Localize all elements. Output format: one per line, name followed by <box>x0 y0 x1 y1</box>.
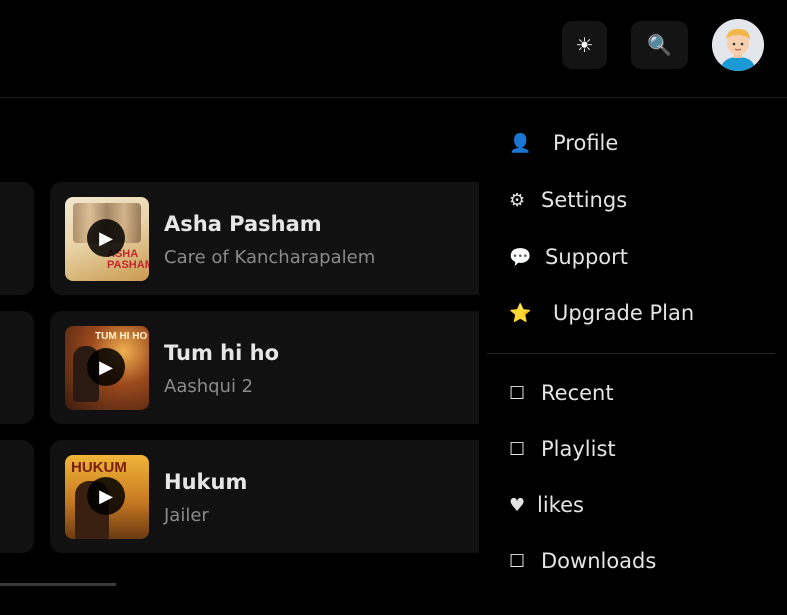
menu-item-upgrade-plan[interactable]: ⭐ Upgrade Plan <box>509 301 694 325</box>
horizontal-scrollbar[interactable] <box>0 583 116 586</box>
menu-item-profile[interactable]: 👤 Profile <box>509 131 618 155</box>
play-button[interactable]: ▶ <box>87 219 125 257</box>
menu-item-label: Settings <box>541 188 628 212</box>
partial-card[interactable] <box>0 182 34 295</box>
search-button[interactable]: 🔍 <box>631 21 688 69</box>
search-icon: 🔍 <box>647 33 672 57</box>
menu-item-settings[interactable]: ⚙ Settings <box>509 188 627 212</box>
album-art: ASHA PASHAM ▶ <box>65 197 149 281</box>
menu-item-label: Downloads <box>541 549 657 573</box>
album-art-text: HUKUM <box>71 459 127 476</box>
heart-icon: ♥ <box>509 494 526 516</box>
theme-toggle-button[interactable]: ☀ <box>562 21 607 69</box>
song-title: Asha Pasham <box>164 212 322 236</box>
avatar[interactable] <box>712 19 764 71</box>
user-icon: 👤 <box>509 132 532 154</box>
speech-bubble-icon: 💬 <box>509 246 532 268</box>
song-title: Tum hi ho <box>164 341 279 365</box>
partial-card[interactable] <box>0 311 34 424</box>
song-card[interactable]: ASHA PASHAM ▶ Asha Pasham Care of Kancha… <box>50 182 490 295</box>
star-icon: ⭐ <box>509 302 532 324</box>
menu-item-downloads[interactable]: ☐ Downloads <box>509 549 656 573</box>
menu-item-label: Upgrade Plan <box>553 301 695 325</box>
album-art: HUKUM ▶ <box>65 455 149 539</box>
play-button[interactable]: ▶ <box>87 348 125 386</box>
menu-item-label: likes <box>537 493 584 517</box>
song-card[interactable]: TUM HI HO ▶ Tum hi ho Aashqui 2 <box>50 311 490 424</box>
square-icon: ☐ <box>509 550 526 572</box>
menu-item-playlist[interactable]: ☐ Playlist <box>509 437 616 461</box>
play-button[interactable]: ▶ <box>87 477 125 515</box>
song-subtitle: Aashqui 2 <box>164 376 254 397</box>
user-avatar-icon <box>712 19 764 71</box>
sun-icon: ☀ <box>575 33 594 57</box>
profile-dropdown-menu: 👤 Profile ⚙ Settings 💬 Support ⭐ Upgrade… <box>479 98 787 615</box>
album-art-text: TUM HI HO <box>95 331 148 342</box>
square-icon: ☐ <box>509 438 526 460</box>
play-icon: ▶ <box>99 485 113 507</box>
square-icon: ☐ <box>509 382 526 404</box>
menu-item-label: Support <box>545 245 629 269</box>
partial-card[interactable] <box>0 440 34 553</box>
menu-divider <box>487 353 775 354</box>
menu-item-recent[interactable]: ☐ Recent <box>509 381 614 405</box>
menu-item-label: Recent <box>541 381 614 405</box>
play-icon: ▶ <box>99 356 113 378</box>
song-title: Hukum <box>164 470 248 494</box>
gear-icon: ⚙ <box>509 189 526 211</box>
song-subtitle: Jailer <box>164 505 209 526</box>
album-art: TUM HI HO ▶ <box>65 326 149 410</box>
menu-item-label: Profile <box>553 131 619 155</box>
song-subtitle: Care of Kancharapalem <box>164 247 376 268</box>
menu-item-likes[interactable]: ♥ likes <box>509 493 584 517</box>
top-bar: ☀ 🔍 <box>0 0 787 98</box>
menu-item-support[interactable]: 💬 Support <box>509 245 628 269</box>
play-icon: ▶ <box>99 227 113 249</box>
menu-item-label: Playlist <box>541 437 616 461</box>
song-card[interactable]: HUKUM ▶ Hukum Jailer <box>50 440 490 553</box>
